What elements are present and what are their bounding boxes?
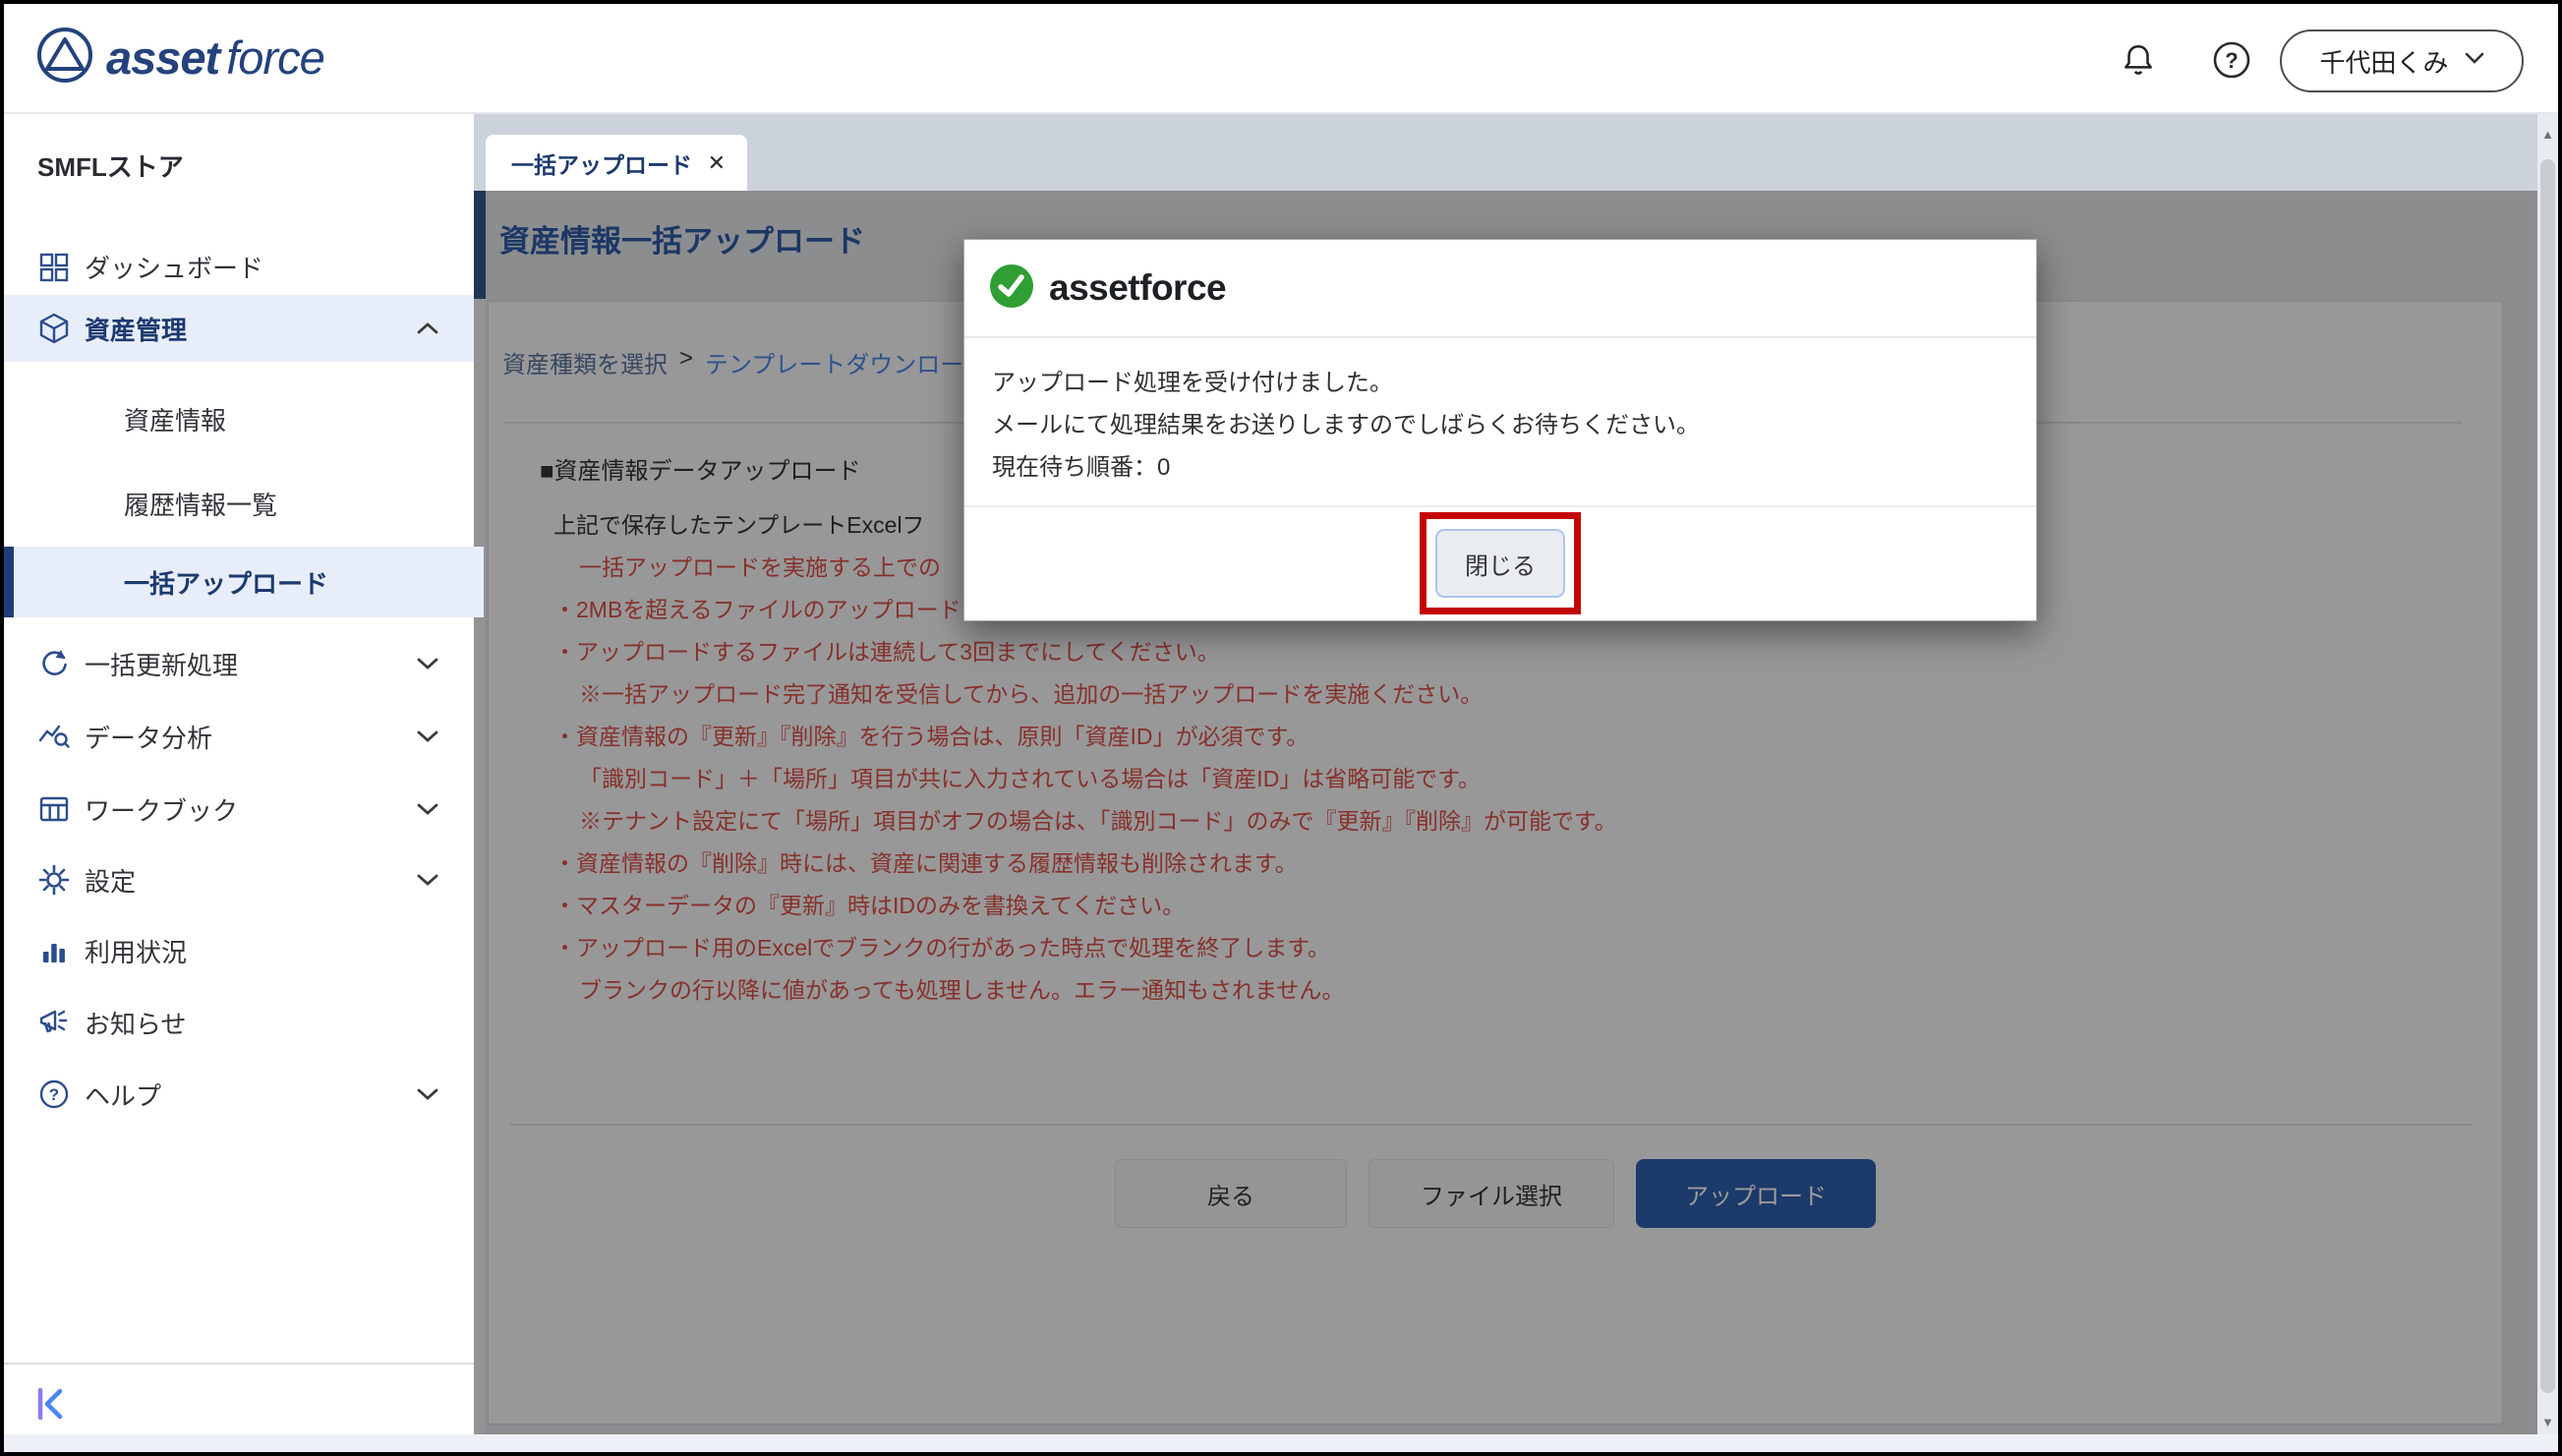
sidebar-item-label: 一括更新処理 — [85, 646, 238, 682]
sidebar-item-label: データ分析 — [85, 719, 212, 755]
chevron-down-icon — [417, 657, 438, 670]
notifications-button[interactable] — [2120, 41, 2157, 84]
assetforce-logo: assetforce — [35, 26, 324, 89]
sidebar-item-settings[interactable]: 設定 — [4, 851, 474, 908]
dialog-message: アップロード処理を受け付けました。 — [992, 362, 2036, 404]
sidebar-item-data-analysis[interactable]: データ分析 — [4, 708, 474, 765]
help-button[interactable]: ? — [2211, 39, 2252, 86]
sidebar-item-label: ダッシュボード — [85, 249, 263, 285]
sidebar-item-usage[interactable]: 利用状況 — [4, 922, 474, 979]
svg-text:?: ? — [49, 1085, 59, 1104]
annotation-highlight-box: 閉じる — [1420, 512, 1581, 614]
success-check-icon — [988, 262, 1035, 315]
sidebar-item-label: 利用状況 — [85, 933, 187, 969]
sidebar-item-label: お知らせ — [85, 1005, 186, 1041]
package-icon — [37, 312, 71, 345]
dashboard-icon — [37, 250, 71, 283]
dialog-body: アップロード処理を受け付けました。 メールにて処理結果をお送りしますのでしばらく… — [964, 338, 2036, 505]
user-menu[interactable]: 千代田くみ — [2280, 29, 2524, 92]
chevron-down-icon — [417, 802, 438, 816]
bar-chart-icon — [37, 934, 71, 967]
logo-text: assetforce — [106, 30, 324, 85]
chevron-down-icon — [2465, 52, 2484, 70]
assetforce-logo-icon — [35, 26, 94, 89]
store-name: SMFLストア — [37, 147, 184, 184]
dialog-brand: assetforce — [1049, 267, 1226, 309]
sidebar-item-label: 設定 — [85, 862, 136, 899]
sidebar-item-help[interactable]: ? ヘルプ — [4, 1066, 474, 1123]
chevron-up-icon — [417, 321, 438, 335]
sidebar-item-label: ヘルプ — [85, 1077, 161, 1113]
question-circle-icon: ? — [2211, 68, 2252, 85]
chevron-down-icon — [417, 1087, 438, 1101]
collapse-sidebar-button[interactable] — [33, 1385, 71, 1423]
page-scrollbar[interactable]: ▲ ▼ — [2537, 112, 2558, 1452]
dialog-header: assetforce — [964, 240, 2036, 338]
sidebar-item-history-list[interactable]: 履歴情報一覧 — [4, 476, 474, 531]
sidebar-item-asset-management[interactable]: 資産管理 — [4, 295, 474, 362]
app-window: assetforce ? 千代田くみ — [0, 0, 2562, 1456]
page-scrollbar-thumb[interactable] — [2540, 159, 2555, 1393]
analytics-icon — [37, 720, 71, 753]
sidebar-item-workbook[interactable]: ワークブック — [4, 781, 474, 838]
dialog-message: メールにて処理結果をお送りしますのでしばらくお待ちください。 — [992, 404, 2036, 446]
chevron-down-icon — [417, 729, 438, 743]
bell-icon — [2120, 66, 2157, 83]
collapse-left-icon — [33, 1410, 71, 1427]
sidebar-item-news[interactable]: お知らせ — [4, 994, 474, 1051]
top-header: assetforce ? 千代田くみ — [4, 4, 2558, 114]
close-dialog-button[interactable]: 閉じる — [1435, 529, 1565, 598]
megaphone-icon — [37, 1006, 71, 1039]
sidebar-item-label: 一括アップロード — [124, 564, 328, 601]
app-stage: assetforce ? 千代田くみ — [4, 4, 2558, 1452]
upload-accepted-dialog: assetforce アップロード処理を受け付けました。 メールにて処理結果をお… — [963, 239, 2037, 621]
user-name: 千代田くみ — [2319, 43, 2448, 80]
sidebar-item-label: 資産管理 — [85, 311, 187, 347]
sidebar-item-label: 資産情報 — [124, 401, 226, 437]
chevron-down-icon — [417, 873, 438, 887]
tab-bar: 一括アップロード ✕ — [474, 112, 2558, 191]
close-icon[interactable]: ✕ — [708, 150, 726, 176]
sidebar-item-bulk-upload[interactable]: 一括アップロード — [4, 547, 484, 617]
sidebar-item-label: ワークブック — [85, 791, 238, 828]
dialog-message: 現在待ち順番：0 — [992, 446, 2036, 489]
sidebar-divider — [4, 1363, 474, 1365]
sidebar-item-asset-info[interactable]: 資産情報 — [4, 391, 474, 446]
refresh-icon — [37, 647, 71, 680]
tab-bulk-upload[interactable]: 一括アップロード ✕ — [486, 135, 747, 191]
bottom-strip — [4, 1434, 2558, 1452]
sidebar: SMFLストア ダッシュボード 資産管理 資産情報 履歴情報一覧 一括アップロー… — [4, 112, 474, 1434]
question-circle-icon: ? — [37, 1077, 71, 1111]
svg-text:?: ? — [2225, 48, 2238, 73]
sidebar-item-bulk-update[interactable]: 一括更新処理 — [4, 635, 474, 692]
dialog-footer: 閉じる — [964, 505, 2036, 620]
sidebar-item-dashboard[interactable]: ダッシュボード — [4, 238, 474, 295]
tab-label: 一括アップロード — [511, 146, 692, 180]
sidebar-item-label: 履歴情報一覧 — [124, 486, 277, 522]
workbook-icon — [37, 792, 71, 826]
scroll-up-arrow-icon[interactable]: ▲ — [2537, 114, 2558, 153]
gear-icon — [37, 863, 71, 897]
